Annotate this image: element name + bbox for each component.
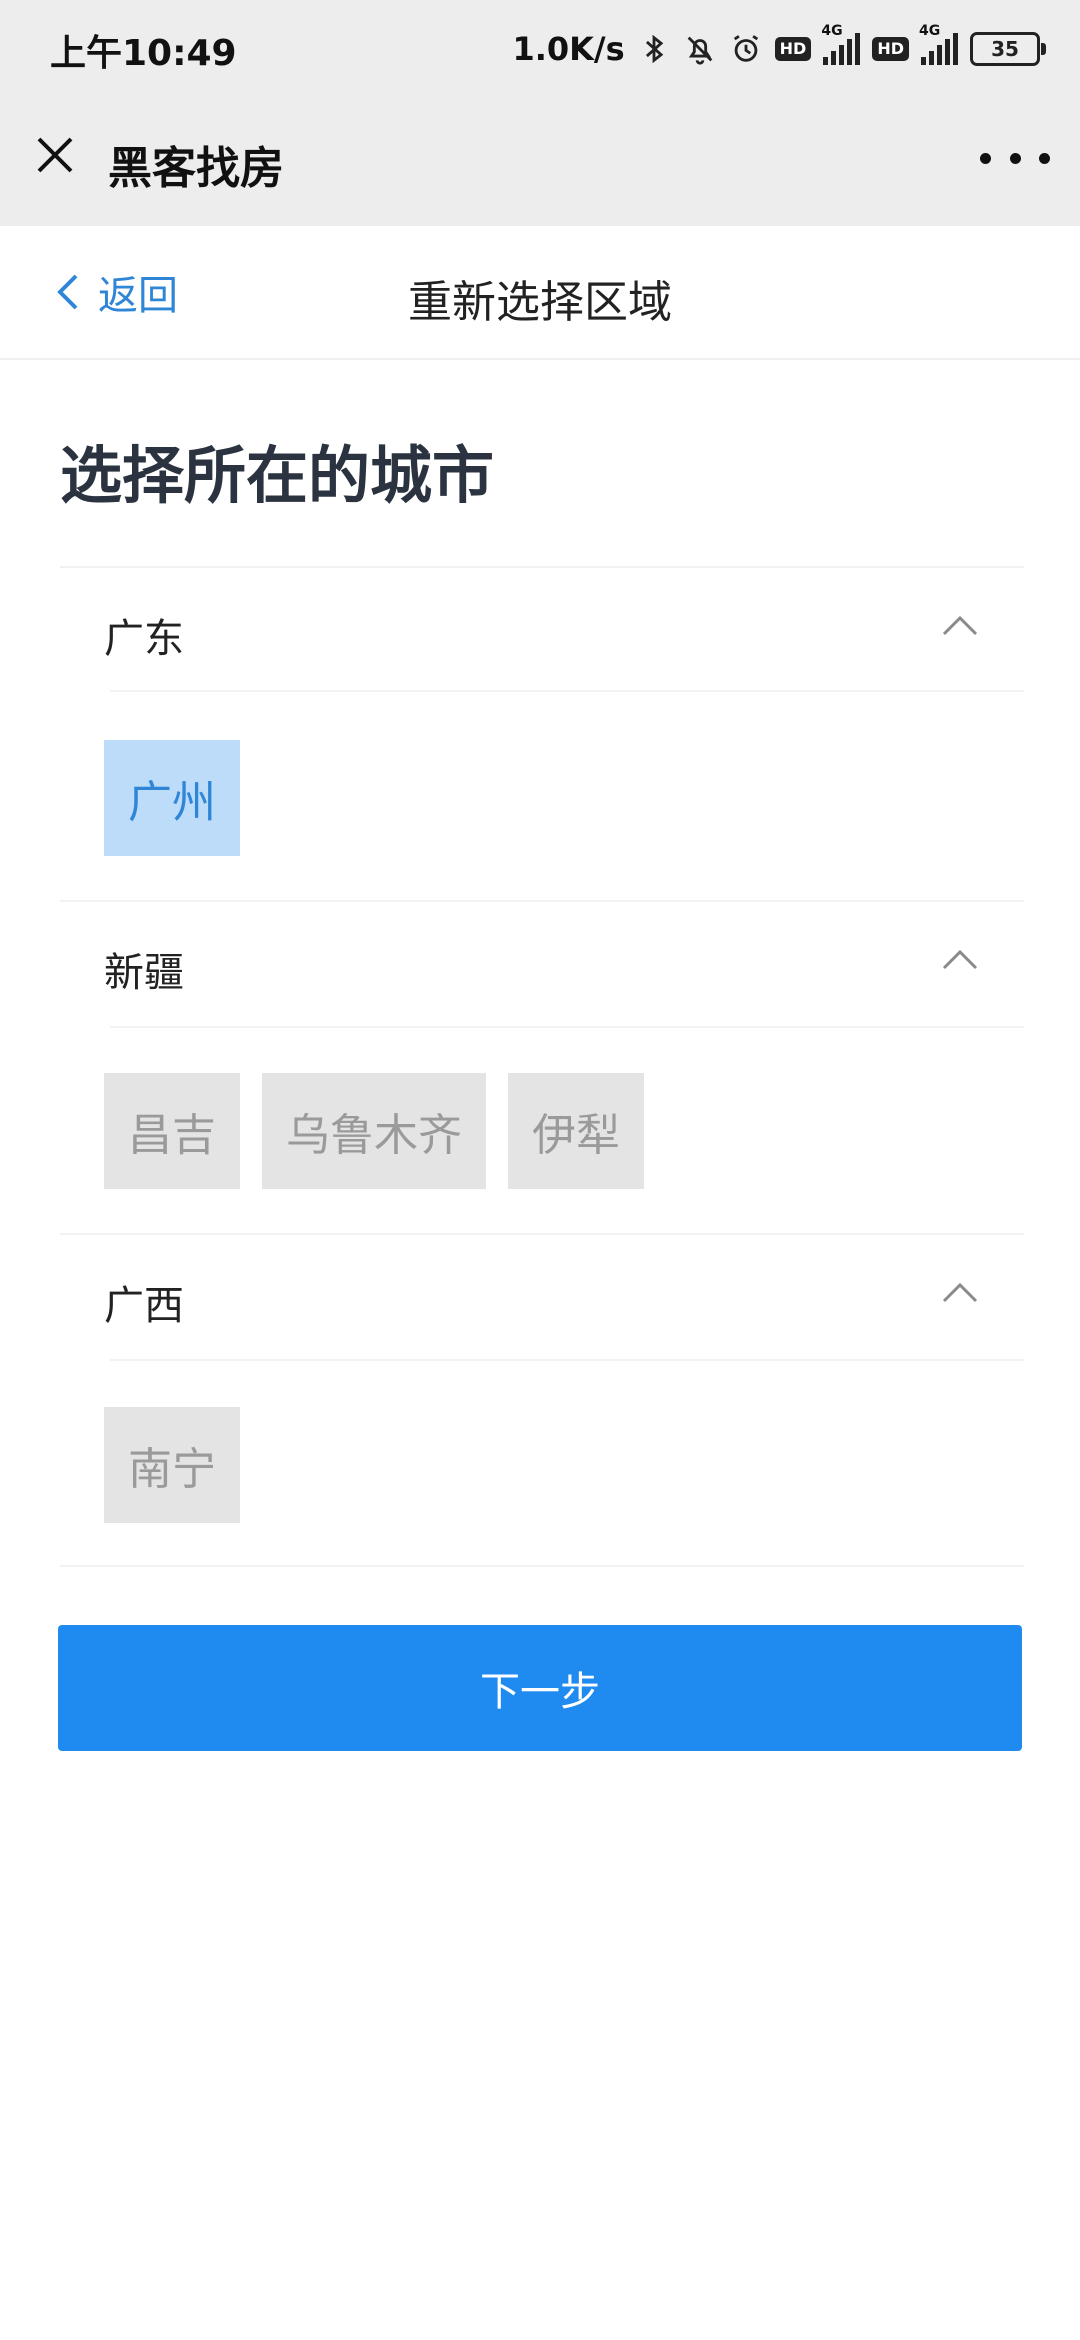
province-name: 广西 bbox=[104, 1283, 184, 1329]
city-option-changji[interactable]: 昌吉 bbox=[104, 1073, 240, 1189]
alarm-icon bbox=[733, 35, 758, 62]
close-icon bbox=[37, 137, 73, 173]
more-dot-icon bbox=[980, 152, 991, 164]
battery-icon: 35 bbox=[970, 32, 1046, 66]
signal-icon-2: 4G bbox=[919, 23, 958, 65]
city-list-guangxi: 南宁 bbox=[104, 1407, 240, 1523]
divider bbox=[60, 1565, 1024, 1567]
network-type-2: 4G bbox=[919, 23, 941, 39]
divider bbox=[110, 1026, 1024, 1028]
status-icons: 1.0K/s HD 4G HD 4G 35 bbox=[512, 23, 1046, 74]
city-option-guangzhou[interactable]: 广州 bbox=[104, 740, 240, 856]
city-list-xinjiang: 昌吉 乌鲁木齐 伊犁 bbox=[104, 1073, 644, 1189]
city-list-guangdong: 广州 bbox=[104, 740, 240, 856]
city-option-yili[interactable]: 伊犁 bbox=[508, 1073, 644, 1189]
province-group-guangxi: 广西 南宁 bbox=[60, 1233, 1024, 1569]
network-speed: 1.0K/s bbox=[512, 30, 625, 68]
province-header-xinjiang[interactable]: 新疆 bbox=[60, 902, 1024, 1024]
network-type-1: 4G bbox=[821, 23, 843, 39]
province-header-guangdong[interactable]: 广东 bbox=[60, 568, 1024, 690]
hd-badge-2: HD bbox=[872, 37, 909, 61]
chevron-up-icon bbox=[942, 615, 978, 636]
divider bbox=[110, 1359, 1024, 1361]
bell-off-icon bbox=[687, 36, 712, 65]
close-button[interactable] bbox=[30, 130, 80, 180]
screen: 上午10:49 1.0K/s HD 4G HD 4G 35 黑客找房 返回 重新… bbox=[0, 0, 1080, 2340]
nav-title: 重新选择区域 bbox=[408, 277, 672, 328]
province-group-guangdong: 广东 广州 bbox=[60, 566, 1024, 906]
chevron-up-icon bbox=[942, 1282, 978, 1303]
status-time: 上午10:49 bbox=[50, 33, 237, 74]
mini-program-header: 黑客找房 bbox=[0, 100, 1080, 226]
bluetooth-icon bbox=[645, 34, 663, 64]
city-option-nanning[interactable]: 南宁 bbox=[104, 1407, 240, 1523]
more-button[interactable] bbox=[980, 138, 1050, 178]
province-group-xinjiang: 新疆 昌吉 乌鲁木齐 伊犁 bbox=[60, 900, 1024, 1240]
more-dot-icon bbox=[1009, 152, 1021, 164]
chevron-up-icon bbox=[942, 949, 978, 970]
more-dot-icon bbox=[1039, 152, 1050, 164]
mini-program-title: 黑客找房 bbox=[108, 143, 284, 194]
hd-badge-1: HD bbox=[774, 37, 812, 61]
divider bbox=[110, 690, 1024, 692]
next-step-button[interactable]: 下一步 bbox=[58, 1625, 1022, 1751]
status-bar: 上午10:49 1.0K/s HD 4G HD 4G 35 bbox=[0, 0, 1080, 100]
province-name: 新疆 bbox=[104, 950, 184, 996]
page-nav-bar: 返回 重新选择区域 bbox=[0, 226, 1080, 360]
page-title: 选择所在的城市 bbox=[60, 439, 495, 512]
province-header-guangxi[interactable]: 广西 bbox=[60, 1235, 1024, 1357]
province-name: 广东 bbox=[104, 616, 184, 662]
signal-icon-1: 4G bbox=[821, 23, 861, 65]
city-option-urumqi[interactable]: 乌鲁木齐 bbox=[262, 1073, 486, 1189]
battery-level: 35 bbox=[991, 37, 1019, 61]
